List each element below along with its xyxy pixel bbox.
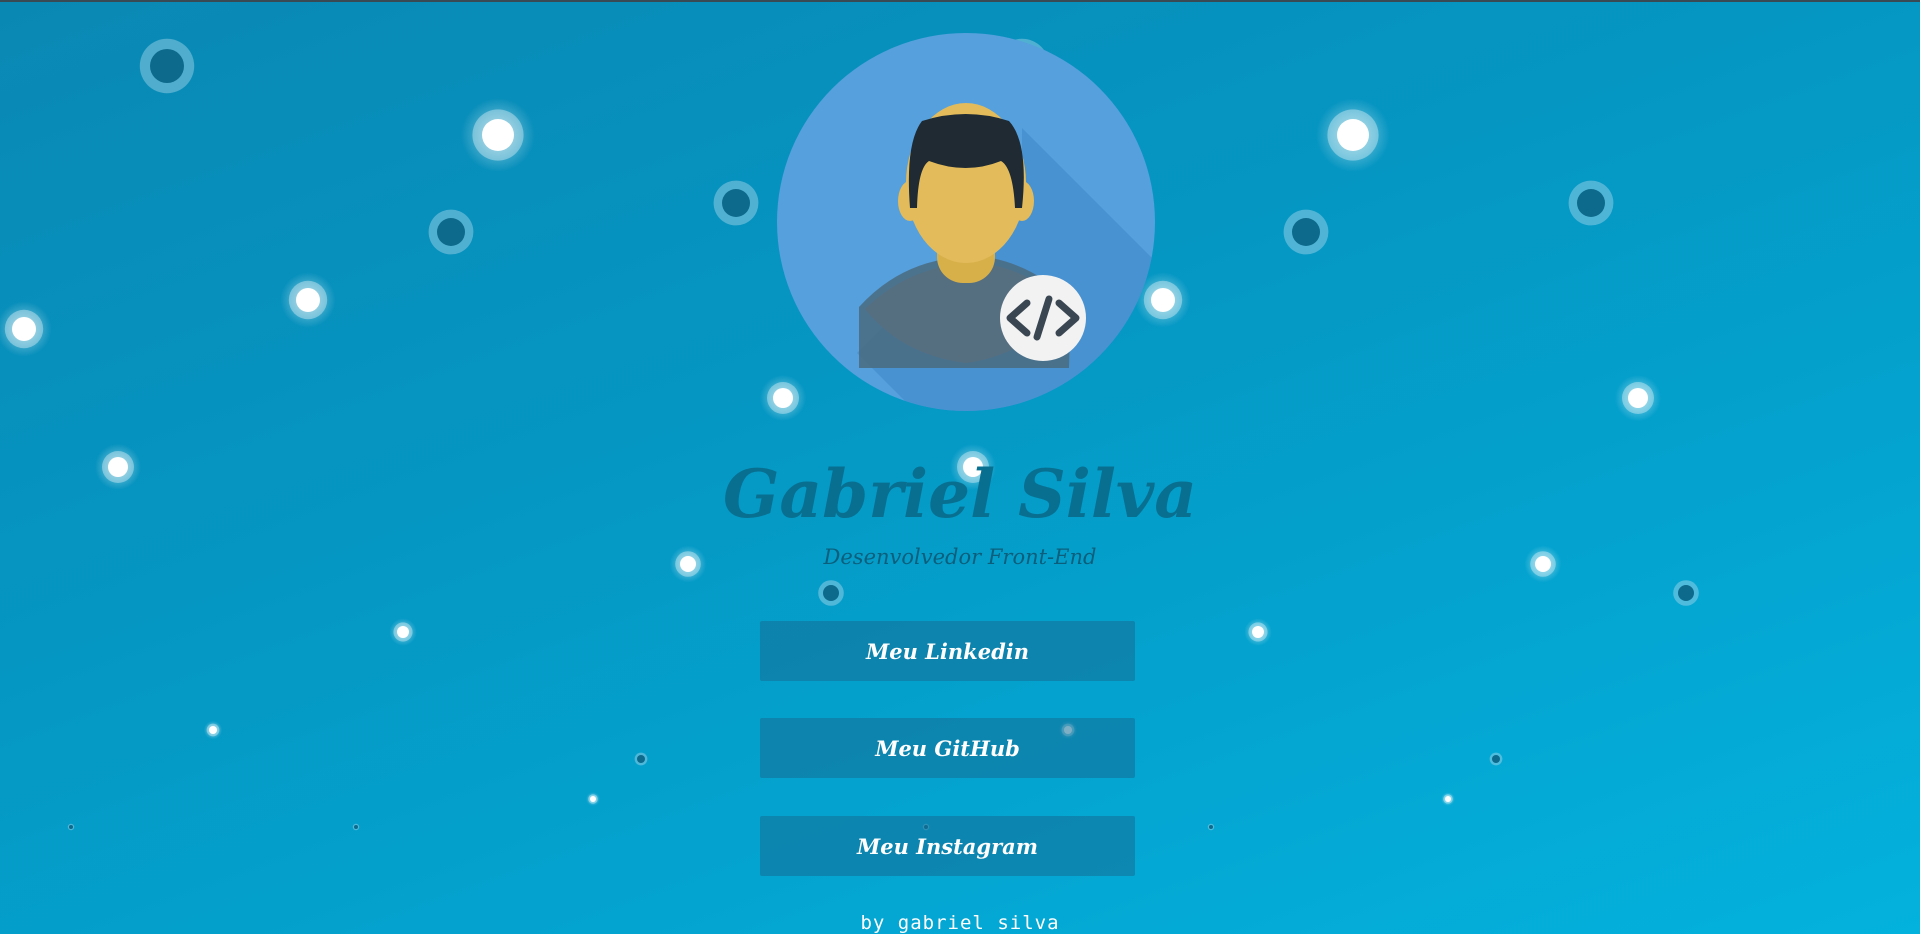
dark-bubble (713, 180, 759, 226)
developer-avatar-icon (777, 33, 1155, 411)
dark-bubble (428, 209, 474, 255)
profile-name: Gabriel Silva (722, 455, 1198, 533)
linkedin-button[interactable]: Meu Linkedin (760, 621, 1135, 681)
light-bubble (389, 618, 417, 646)
light-bubble (1441, 792, 1455, 806)
dark-bubble (1568, 180, 1614, 226)
dark-bubble (1673, 580, 1699, 606)
dark-bubble (1283, 209, 1329, 255)
dark-bubble (139, 38, 195, 94)
dark-bubble (1207, 823, 1215, 831)
light-bubble (1316, 98, 1390, 172)
profile-role: Desenvolvedor Front-End (823, 545, 1097, 569)
instagram-button[interactable]: Meu Instagram (760, 816, 1135, 876)
light-bubble (1615, 375, 1661, 421)
dark-bubble (352, 823, 360, 831)
light-bubble (586, 792, 600, 806)
github-button[interactable]: Meu GitHub (760, 718, 1135, 778)
dark-bubble (818, 580, 844, 606)
dark-bubble (67, 823, 75, 831)
light-bubble (280, 272, 336, 328)
light-bubble (1244, 618, 1272, 646)
footer-credit: by gabriel silva (860, 912, 1060, 934)
dark-bubble (634, 752, 648, 766)
top-border (0, 0, 1920, 2)
light-bubble (461, 98, 535, 172)
dark-bubble (1489, 752, 1503, 766)
light-bubble (203, 720, 223, 740)
light-bubble (0, 301, 52, 357)
